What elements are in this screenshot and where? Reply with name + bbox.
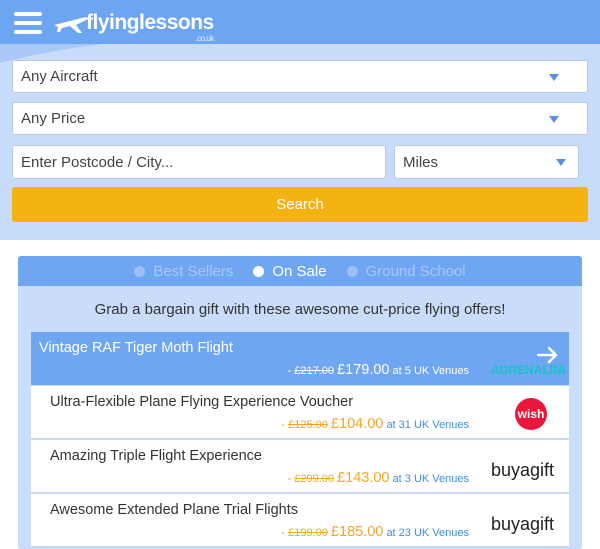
radio-icon	[253, 265, 265, 277]
original-price: £125.00	[288, 419, 328, 431]
offer-item[interactable]: Awesome Extended Plane Trial Flights - £…	[31, 494, 569, 547]
wish-logo: wish	[515, 398, 547, 430]
sale-price: £185.00	[330, 524, 384, 540]
buyagift-logo: buyagift	[491, 460, 554, 480]
search-button[interactable]: Search	[12, 187, 588, 222]
svg-text:wish: wish	[517, 407, 545, 421]
sale-price: £143.00	[337, 470, 390, 486]
top-bar: flyinglessons .co.uk	[0, 0, 600, 44]
price-select[interactable]: Any Price	[12, 102, 588, 135]
buyagift-logo: buyagift	[491, 514, 554, 534]
offer-item[interactable]: Vintage RAF Tiger Moth Flight - £217.00 …	[31, 332, 569, 386]
radio-icon	[134, 265, 146, 277]
offer-title: Ultra-Flexible Plane Flying Experience V…	[50, 394, 354, 410]
original-price: £199.00	[288, 527, 328, 539]
offers-panel: Best Sellers On Sale Ground School Grab …	[18, 256, 582, 549]
price-select-value: Any Price	[21, 110, 86, 127]
original-price: £299.00	[294, 473, 334, 485]
offer-price: - £299.00 £143.00 at 3 UK Venues	[287, 470, 470, 486]
offer-title: Awesome Extended Plane Trial Flights	[50, 502, 298, 518]
venue-count: at 23 UK Venues	[386, 527, 469, 539]
radio-icon	[346, 265, 358, 277]
tab-best-sellers[interactable]: Best Sellers	[134, 263, 233, 280]
offer-price: - £125.00 £104.00 at 31 UK Venues	[281, 416, 469, 432]
arrow-right-icon	[537, 346, 558, 364]
postcode-input[interactable]: Enter Postcode / City...	[12, 145, 386, 179]
svg-text:ADRENALINE: ADRENALINE	[491, 363, 565, 376]
venue-count: at 5 UK Venues	[392, 365, 469, 377]
svg-text:buyagift: buyagift	[491, 514, 554, 534]
logo-text: flyinglessons .co.uk	[86, 11, 214, 43]
chevron-down-icon	[549, 115, 559, 123]
postcode-placeholder: Enter Postcode / City...	[21, 153, 174, 171]
venue-count: at 31 UK Venues	[386, 419, 469, 431]
venue-count: at 3 UK Venues	[392, 473, 469, 485]
offers-heading: Grab a bargain gift with these awesome c…	[94, 301, 506, 318]
distance-select[interactable]: Miles	[394, 145, 579, 179]
aircraft-select-value: Any Aircraft	[21, 68, 98, 85]
aircraft-select[interactable]: Any Aircraft	[12, 60, 588, 93]
sale-price: £179.00	[337, 362, 390, 378]
chevron-down-icon	[556, 159, 566, 166]
tab-on-sale[interactable]: On Sale	[253, 263, 327, 280]
logo-domain: .co.uk	[195, 34, 214, 43]
svg-text:buyagift: buyagift	[491, 460, 554, 480]
sale-price: £104.00	[330, 416, 384, 432]
offer-title: Vintage RAF Tiger Moth Flight	[39, 340, 233, 356]
offer-price: - £199.00 £185.00 at 23 UK Venues	[281, 524, 469, 540]
plane-icon	[54, 17, 88, 33]
menu-icon[interactable]	[14, 12, 42, 34]
tab-ground-school[interactable]: Ground School	[346, 263, 466, 280]
chevron-down-icon	[549, 73, 559, 81]
site-logo[interactable]: flyinglessons .co.uk	[52, 6, 214, 43]
offer-title: Amazing Triple Flight Experience	[50, 448, 262, 464]
distance-select-value: Miles	[403, 153, 439, 171]
offer-price: - £217.00 £179.00 at 5 UK Venues	[287, 362, 470, 378]
offer-item[interactable]: Ultra-Flexible Plane Flying Experience V…	[31, 386, 569, 439]
offer-item[interactable]: Amazing Triple Flight Experience - £299.…	[31, 440, 569, 493]
original-price: £217.00	[294, 365, 334, 377]
offers-tabs: Best Sellers On Sale Ground School	[18, 256, 582, 286]
